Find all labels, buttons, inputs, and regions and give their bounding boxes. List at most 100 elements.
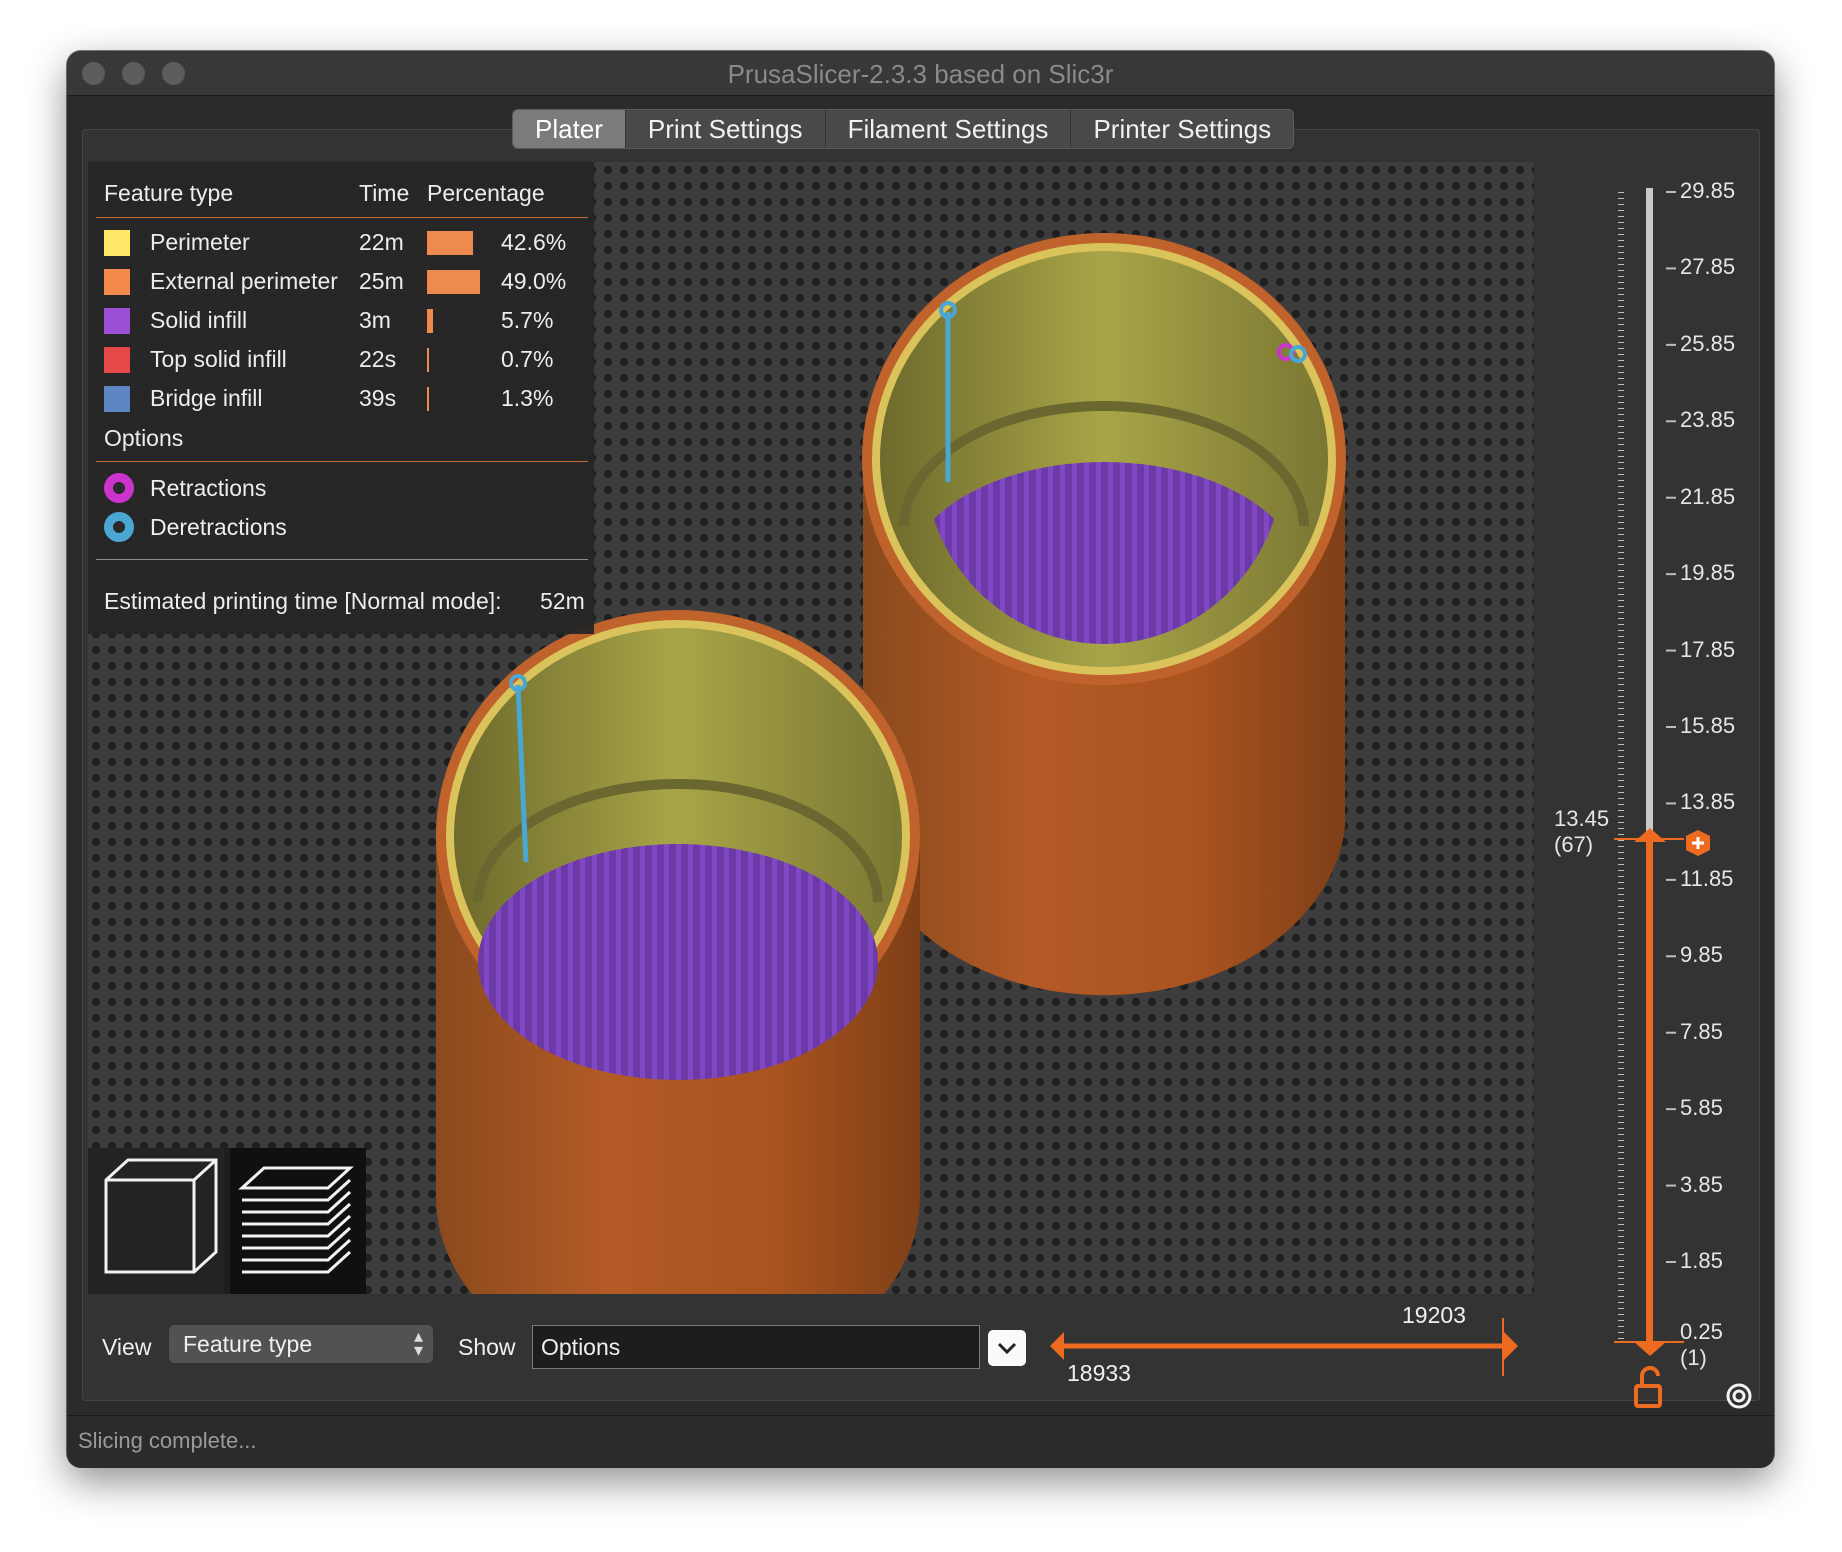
legend-row-bar [427,231,473,255]
move-slider-low-thumb[interactable] [1050,1332,1064,1360]
layer-tick-marks [1666,191,1676,1263]
legend-row-time: 3m [359,307,391,333]
legend-row-percentage: 5.7% [501,307,554,333]
legend-row-name: Bridge infill [150,385,263,411]
layer-height-tick-label: 13.85 [1680,789,1736,815]
layer-height-tick-label: 21.85 [1680,483,1736,509]
legend-swatch [104,386,130,412]
estimated-time-value: 52m [540,588,585,614]
legend-row-time: 22s [359,346,397,372]
legend-row-name: Solid infill [150,307,248,333]
legend-row-solid-infill[interactable]: Solid infill 3m 5.7% [88,301,594,335]
cylinder-object-right [862,233,1346,996]
legend-swatch [104,269,130,295]
legend-divider [96,217,588,218]
updown-chevron-icon: ▴ ▾ [413,1326,423,1360]
layer-height-tick-label: 7.85 [1680,1018,1723,1044]
add-color-change-icon[interactable] [1686,830,1710,856]
legend-row-name: Perimeter [150,229,250,255]
estimated-time-label: Estimated printing time [Normal mode]: [104,588,502,614]
legend-row-bar [427,348,429,372]
move-slider-low-value: 18933 [1067,1360,1131,1386]
legend-row-name: External perimeter [150,268,338,294]
legend-row-name: Top solid infill [150,346,287,372]
legend-row-percentage: 0.7% [501,346,554,372]
upper-layer-height: 13.45 [1554,806,1610,831]
legend-header-time: Time [359,180,410,206]
layer-height-tick-label: 15.85 [1680,713,1736,738]
layer-height-tick-label: 19.85 [1680,560,1736,586]
view-type-value: Feature type [183,1331,313,1357]
view-label: View [102,1334,152,1360]
tab-filament-settings[interactable]: Filament Settings [826,110,1072,148]
legend-row-bridge-infill[interactable]: Bridge infill 39s 1.3% [88,379,594,413]
move-slider-high-thumb[interactable] [1504,1332,1518,1360]
legend-row-bar [427,309,433,333]
tab-print-settings[interactable]: Print Settings [626,110,826,148]
3d-view-icon[interactable] [88,1148,224,1294]
layer-height-tick-label: 27.85 [1680,254,1736,280]
legend-row-time: 25m [359,268,404,294]
layer-slider-track [1646,188,1653,843]
show-options-field[interactable]: Options [532,1325,980,1369]
upper-layer-thumb[interactable] [1634,828,1666,842]
legend-header-percentage: Percentage [427,180,545,206]
window-title: PrusaSlicer-2.3.3 based on Slic3r [727,59,1114,89]
status-bar: Slicing complete... [67,1415,1774,1468]
lower-layer-number: (1) [1680,1345,1707,1370]
legend-header-feature-type: Feature type [104,180,234,206]
chevron-down-icon [997,1342,1017,1355]
layer-height-tick-label: 9.85 [1680,942,1723,968]
legend-option-name: Retractions [150,475,267,501]
lower-layer-thumb[interactable] [1634,1342,1666,1356]
lower-layer-height: 0.25 [1680,1319,1723,1344]
legend-row-perimeter[interactable]: Perimeter 22m 42.6% [88,223,594,257]
legend-row-percentage: 42.6% [501,229,567,255]
layer-height-tick-label: 17.85 [1680,636,1736,662]
upper-layer-number: (67) [1554,832,1594,857]
status-text: Slicing complete... [78,1428,257,1453]
legend-panel: Feature type Time Percentage Perimeter 2… [88,162,594,634]
legend-swatch [104,308,130,334]
layers-view-icon[interactable] [230,1148,366,1294]
layer-height-tick-label: 29.85 [1680,178,1736,203]
legend-swatch [104,347,130,373]
show-label: Show [458,1334,516,1360]
legend-row-percentage: 49.0% [501,268,567,294]
legend-row-time: 22m [359,229,404,255]
legend-divider [96,559,588,560]
layer-height-tick-label: 1.85 [1680,1248,1723,1273]
legend-row-time: 39s [359,385,397,411]
settings-tabs: Plater Print Settings Filament Settings … [512,109,1295,149]
legend-row-percentage: 1.3% [501,385,554,411]
preview-bottom-bar: View Feature type ▴ ▾ Show Options 19203 … [88,1300,1534,1386]
legend-row-bar [427,387,429,411]
retraction-marker-icon [104,473,134,503]
layer-slider-selected-range [1646,842,1653,1346]
legend-option-retractions[interactable]: Retractions [88,469,594,503]
settings-cog-icon[interactable] [1726,1383,1752,1409]
legend-row-bar [427,270,480,294]
legend-option-deretractions[interactable]: Deretractions [88,508,594,542]
view-toolbar [88,1148,366,1294]
lock-icon[interactable] [1634,1366,1662,1408]
layer-height-tick-label: 25.85 [1680,330,1736,356]
legend-divider [96,461,588,462]
legend-row-external-perimeter[interactable]: External perimeter 25m 49.0% [88,262,594,296]
layer-height-tick-label: 3.85 [1680,1171,1723,1197]
move-slider-high-value: 19203 [1402,1302,1466,1328]
legend-options-title: Options [104,425,184,451]
legend-row-top-solid-infill[interactable]: Top solid infill 22s 0.7% [88,340,594,374]
tab-plater[interactable]: Plater [513,110,626,148]
deretraction-marker-icon [104,512,134,542]
show-options-dropdown-button[interactable] [988,1330,1026,1366]
view-type-select[interactable]: Feature type ▴ ▾ [169,1325,433,1363]
layer-height-tick-label: 23.85 [1680,407,1736,433]
cylinder-object-left [436,610,920,1294]
tab-printer-settings[interactable]: Printer Settings [1071,110,1293,148]
layer-height-tick-label: 5.85 [1680,1095,1723,1121]
layer-slider[interactable]: 29.85 27.85 25.85 23.85 21.85 19.85 17.85 15.85… [1534,162,1754,1412]
legend-option-name: Deretractions [150,514,287,540]
title-bar: PrusaSlicer-2.3.3 based on Slic3r [67,51,1774,96]
legend-swatch [104,230,130,256]
